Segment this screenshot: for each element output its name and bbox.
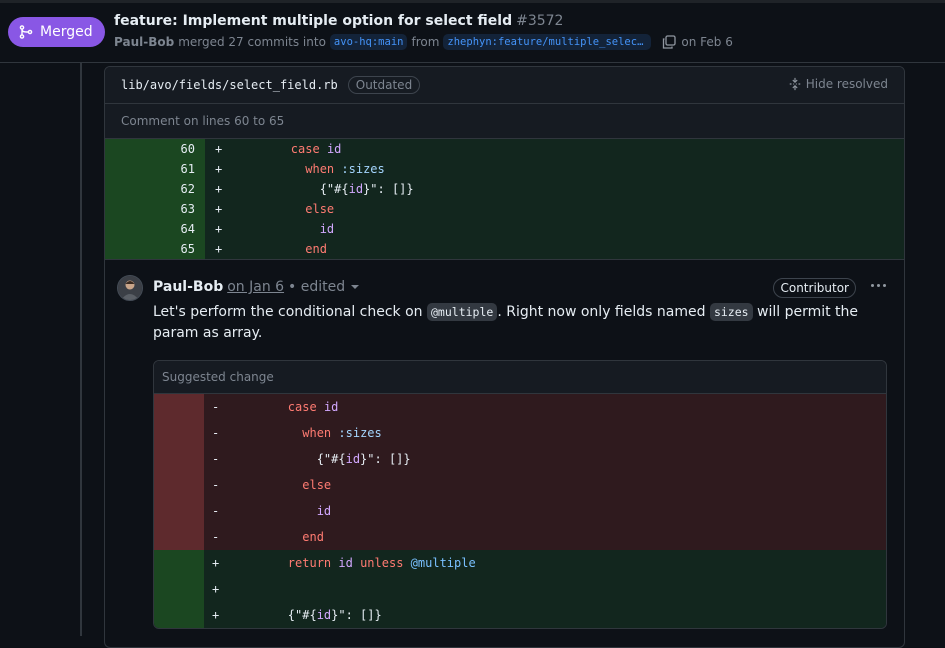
pr-header: Merged feature: Implement multiple optio… [0, 0, 945, 63]
diff-line: 60 + case id [105, 139, 904, 159]
pr-title: feature: Implement multiple option for s… [114, 13, 563, 29]
diff-line: 61 + when :sizes [105, 159, 904, 179]
line-number: 65 [105, 239, 205, 259]
head-branch-link[interactable]: zhephyn:feature/multiple_select… [443, 34, 652, 50]
file-path-link[interactable]: lib/avo/fields/select_field.rb [121, 78, 338, 92]
merge-date: on Feb 6 [681, 35, 733, 49]
diff-line: - case id [154, 394, 886, 420]
comment-text: . Right now only fields named [497, 304, 710, 320]
pr-author-link[interactable]: Paul-Bob [114, 35, 174, 49]
review-thread: lib/avo/fields/select_field.rb Outdated … [104, 66, 905, 648]
merged-text: merged 27 commits into [178, 35, 326, 49]
kebab-menu-icon[interactable] [871, 284, 886, 287]
line-number: 64 [105, 219, 205, 239]
diff-line: - {"#{id}": []} [154, 446, 886, 472]
pr-number: #3572 [516, 13, 564, 29]
diff-hunk: 60 + case id 61 + when :sizes 62 + {"#{i… [105, 139, 904, 259]
merged-badge-label: Merged [40, 24, 93, 40]
pr-meta: Paul-Bob merged 27 commits into avo-hq:m… [114, 34, 733, 50]
comment-lines-label: Comment on lines 60 to 65 [105, 104, 904, 139]
timeline-line [80, 63, 82, 636]
diff-line: 65 + end [105, 239, 904, 259]
outdated-badge: Outdated [347, 76, 421, 94]
diff-line: + [154, 576, 886, 602]
base-branch-link[interactable]: avo-hq:main [329, 34, 408, 50]
avatar[interactable] [117, 275, 143, 301]
hide-resolved-button[interactable]: Hide resolved [788, 77, 888, 91]
comment-date-link[interactable]: on Jan 6 [227, 279, 284, 295]
suggested-change-label: Suggested change [154, 361, 886, 394]
git-merge-icon [19, 25, 33, 39]
diff-line: - id [154, 498, 886, 524]
comment-body: Let's perform the conditional check on @… [153, 302, 873, 344]
diff-line: - end [154, 524, 886, 550]
chevron-down-icon[interactable] [351, 285, 360, 289]
line-number: 60 [105, 139, 205, 159]
line-number: 63 [105, 199, 205, 219]
suggestion-diff: - case id - when :sizes - {"#{id}": []} … [154, 394, 886, 628]
comment-text: Let's perform the conditional check on [153, 304, 427, 320]
diff-line: 63 + else [105, 199, 904, 219]
inline-code: sizes [709, 303, 753, 321]
contributor-badge: Contributor [773, 278, 856, 298]
review-comment: Paul-Bob on Jan 6 • edited Contributor L… [105, 259, 904, 629]
diff-line: - else [154, 472, 886, 498]
file-header: lib/avo/fields/select_field.rb Outdated … [105, 67, 904, 104]
diff-line: - when :sizes [154, 420, 886, 446]
from-text: from [411, 35, 440, 49]
comment-author-link[interactable]: Paul-Bob [153, 279, 223, 295]
diff-line: + {"#{id}": []} [154, 602, 886, 628]
fold-icon [789, 77, 800, 91]
suggested-change: Suggested change - case id - when :sizes… [153, 360, 887, 629]
line-number: 62 [105, 179, 205, 199]
diff-line: 64 + id [105, 219, 904, 239]
diff-line: + return id unless @multiple [154, 550, 886, 576]
inline-code: @multiple [427, 303, 498, 321]
edited-menu[interactable]: • edited [288, 279, 345, 295]
merged-status-badge: Merged [8, 17, 105, 47]
diff-line: 62 + {"#{id}": []} [105, 179, 904, 199]
hide-resolved-label: Hide resolved [805, 77, 888, 91]
line-number: 61 [105, 159, 205, 179]
pr-title-text: feature: Implement multiple option for s… [114, 13, 513, 29]
copy-icon[interactable] [661, 34, 677, 50]
